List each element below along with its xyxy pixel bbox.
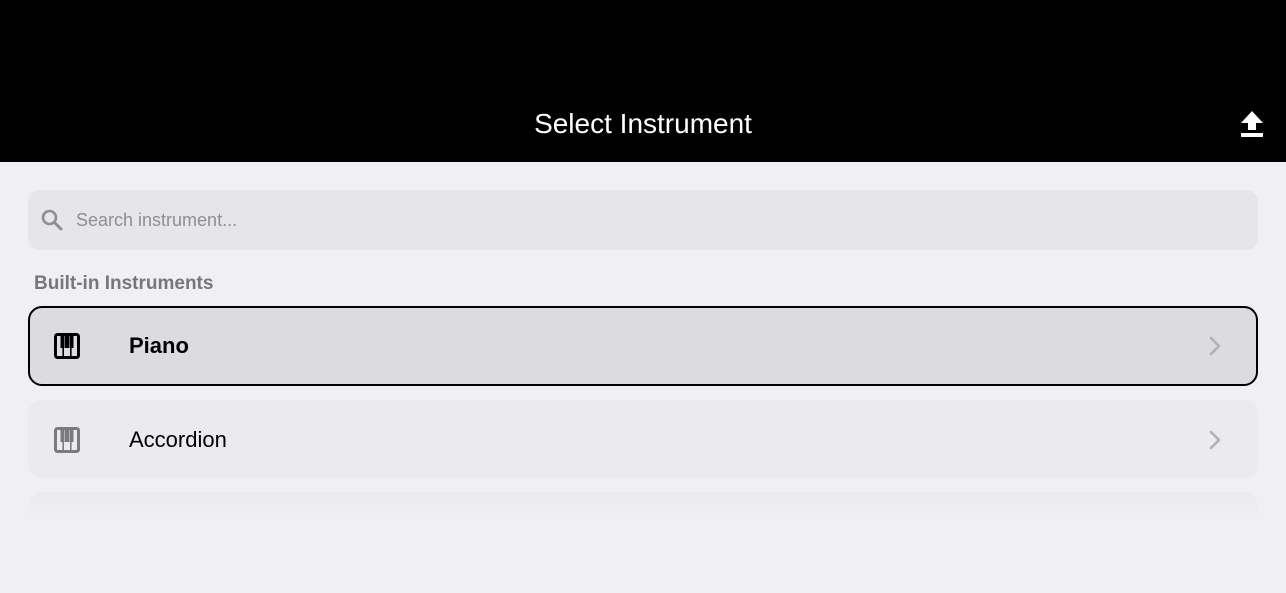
upload-button[interactable]	[1234, 106, 1270, 142]
instrument-label: Piano	[129, 333, 189, 358]
instrument-label: Accordion	[129, 427, 227, 452]
upload-icon	[1241, 111, 1263, 137]
piano-keys-icon	[54, 427, 80, 453]
section-header: Built-in Instruments	[34, 273, 214, 294]
instrument-row-accordion[interactable]: Accordion	[28, 400, 1258, 478]
piano-keys-icon	[54, 333, 80, 359]
chevron-right-icon	[1209, 430, 1221, 450]
search-bar[interactable]	[28, 190, 1258, 250]
search-input[interactable]	[76, 190, 1236, 250]
search-icon	[41, 209, 63, 231]
page-title: Select Instrument	[534, 108, 752, 139]
chevron-right-icon	[1209, 336, 1221, 356]
navigation-bar: Select Instrument	[0, 0, 1286, 162]
instrument-row-piano[interactable]: Piano	[28, 306, 1258, 386]
instrument-row-partial	[28, 492, 1258, 520]
